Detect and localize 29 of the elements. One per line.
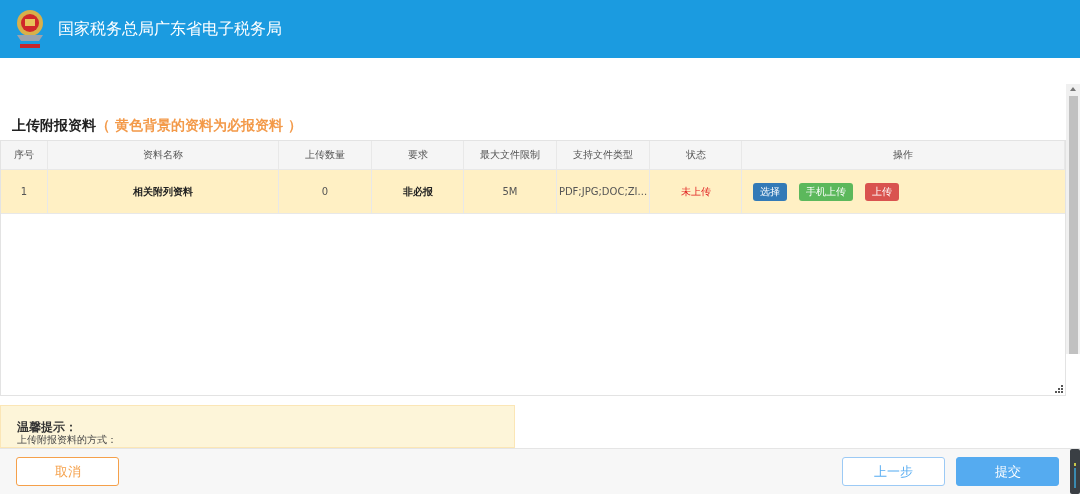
status-text: 未上传: [650, 170, 742, 214]
action-button[interactable]: 上传: [865, 182, 899, 201]
column-header: 操作: [742, 141, 1065, 170]
resize-grip-icon[interactable]: [1055, 385, 1063, 394]
tip-text: 上传附报资料的方式：: [17, 434, 118, 447]
column-header: 支持文件类型: [557, 141, 650, 170]
footer-button[interactable]: 上一步: [842, 457, 945, 486]
level-meter-icon: [1070, 449, 1080, 494]
column-header: 最大文件限制: [464, 141, 557, 170]
column-header: 状态: [650, 141, 742, 170]
action-button[interactable]: 选择: [753, 182, 787, 201]
table-cell: PDF;JPG;DOC;ZI...: [557, 170, 650, 214]
footer-button[interactable]: 提交: [956, 457, 1059, 486]
tip-title: 温馨提示：: [17, 420, 77, 435]
table-cell: 5M: [464, 170, 557, 214]
footer-button[interactable]: 取消: [16, 457, 119, 486]
column-header: 资料名称: [48, 141, 279, 170]
table-cell: 非必报: [372, 170, 464, 214]
site-title: 国家税务总局广东省电子税务局: [58, 18, 282, 40]
column-header: 要求: [372, 141, 464, 170]
action-button[interactable]: 手机上传: [799, 182, 853, 201]
column-header: 上传数量: [279, 141, 372, 170]
section-note: （ 黄色背景的资料为必报资料 ）: [96, 117, 302, 136]
section-title: 上传附报资料: [12, 117, 96, 136]
column-header: 序号: [1, 141, 48, 170]
table-cell: 0: [279, 170, 372, 214]
scrollbar-drawing[interactable]: [1066, 84, 1080, 354]
table-cell: 相关附列资料: [48, 170, 279, 214]
table-cell: 1: [1, 170, 48, 214]
